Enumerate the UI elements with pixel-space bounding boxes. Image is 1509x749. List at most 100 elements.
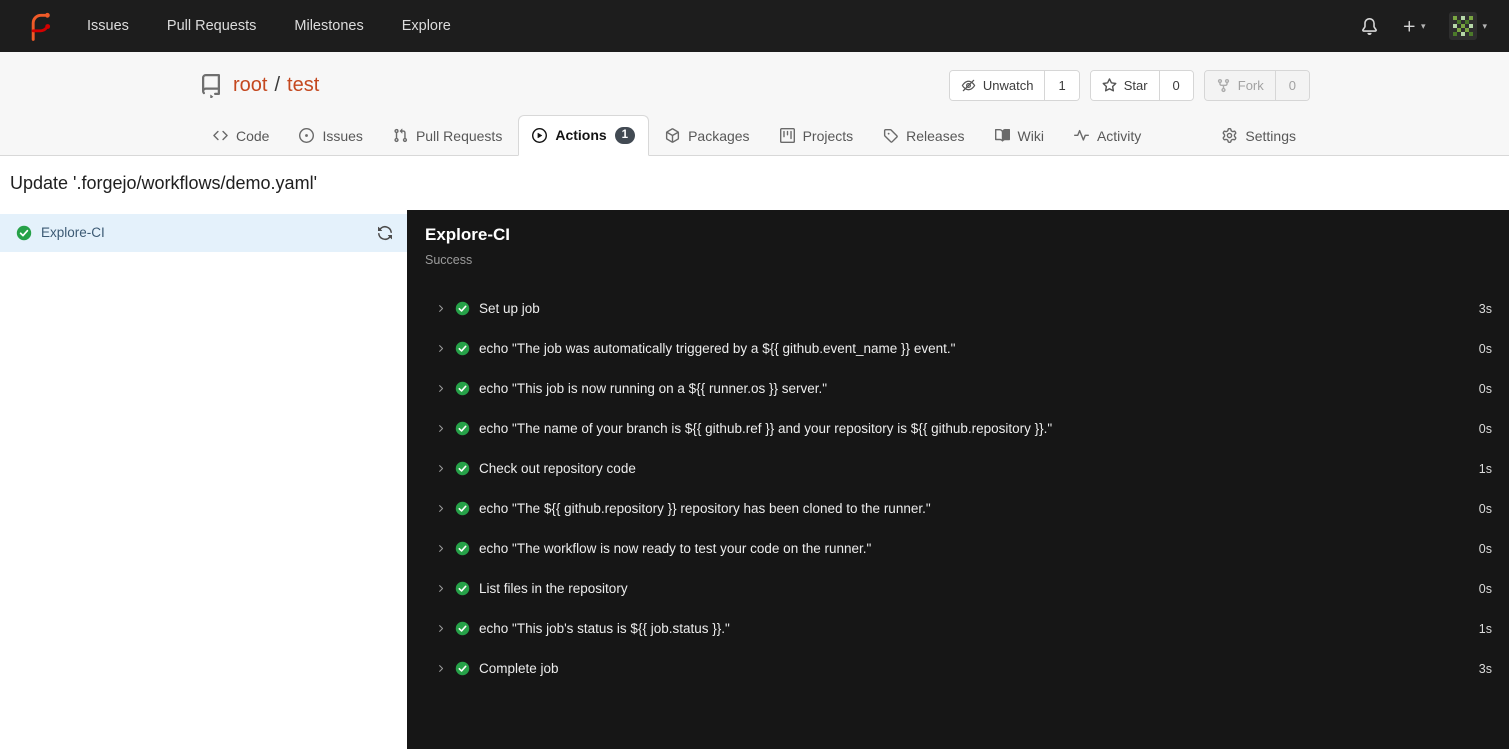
forgejo-logo-icon [22,11,53,42]
step-row[interactable]: echo "The name of your branch is ${{ git… [407,409,1509,449]
tab-code[interactable]: Code [199,116,283,156]
step-duration: 3s [1478,301,1492,316]
workflow-run-view: Update '.forgejo/workflows/demo.yaml' Ex… [0,155,1509,749]
step-row[interactable]: echo "This job's status is ${{ job.statu… [407,609,1509,649]
unwatch-label: Unwatch [982,78,1034,93]
step-row[interactable]: echo "This job is now running on a ${{ r… [407,369,1509,409]
step-row[interactable]: echo "The ${{ github.repository }} repos… [407,489,1509,529]
step-row[interactable]: echo "The job was automatically triggere… [407,329,1509,369]
repo-action-buttons: Unwatch 1 Star 0 Fork 0 [948,70,1310,101]
job-list-item-explore-ci[interactable]: Explore-CI [0,213,407,252]
step-success-check-icon [455,501,470,516]
step-duration: 1s [1478,461,1492,476]
tab-label: Activity [1096,127,1142,144]
job-success-check-icon [16,225,32,241]
navbar-right-controls: ▾ ▾ [1361,12,1487,40]
tab-actions[interactable]: Actions 1 [518,115,650,156]
tab-issues[interactable]: Issues [285,116,376,156]
gear-icon [1222,128,1237,143]
stars-count[interactable]: 0 [1158,71,1193,100]
star-button[interactable]: Star [1090,71,1159,100]
refresh-icon[interactable] [377,225,393,241]
top-navbar: Issues Pull Requests Milestones Explore … [0,0,1509,52]
chevron-down-icon: ▾ [1482,20,1487,31]
step-success-check-icon [455,381,470,396]
job-log-panel: Explore-CI Success Set up job 3s echo "T… [407,209,1509,749]
step-name: echo "The ${{ github.repository }} repos… [479,501,931,516]
pulse-icon [1074,128,1089,143]
fork-label: Fork [1237,78,1264,93]
repo-path-separator: / [274,74,281,96]
play-circle-icon [532,128,547,143]
step-duration: 0s [1478,501,1492,516]
step-success-check-icon [455,341,470,356]
tab-pull-requests[interactable]: Pull Requests [379,116,516,156]
chevron-right-icon [435,303,446,314]
step-name: List files in the repository [479,581,628,596]
chevron-right-icon [435,503,446,514]
tab-label: Settings [1245,127,1296,144]
step-name: echo "The workflow is now ready to test … [479,541,872,556]
tab-label: Issues [322,127,363,144]
notifications-button[interactable] [1361,18,1378,35]
watch-button-group: Unwatch 1 [948,70,1080,101]
watchers-count[interactable]: 1 [1044,71,1079,100]
job-status-text: Success [425,252,473,267]
tab-label: Actions [555,127,607,144]
job-list-sidebar: Explore-CI [0,209,407,749]
step-duration: 0s [1478,341,1492,356]
star-button-group: Star 0 [1089,70,1194,101]
step-name: Complete job [479,661,559,676]
nav-item-explore[interactable]: Explore [402,18,451,34]
step-row-checkout[interactable]: Check out repository code 1s [407,449,1509,489]
tab-label: Projects [802,127,854,144]
repo-name-link[interactable]: test [287,74,319,97]
tab-releases[interactable]: Releases [869,116,978,156]
step-duration: 0s [1478,421,1492,436]
issue-opened-icon [299,128,314,143]
user-menu-button[interactable]: ▾ [1449,12,1487,40]
tab-activity[interactable]: Activity [1060,116,1155,156]
chevron-right-icon [435,423,446,434]
chevron-right-icon [435,463,446,474]
forgejo-logo[interactable] [22,11,53,42]
tab-settings[interactable]: Settings [1208,116,1310,156]
step-row-list-files[interactable]: List files in the repository 0s [407,569,1509,609]
user-avatar [1449,12,1477,40]
project-icon [780,128,795,143]
step-list: Set up job 3s echo "The job was automati… [407,281,1509,749]
tab-label: Pull Requests [415,127,503,144]
create-new-button[interactable]: ▾ [1402,19,1426,34]
step-success-check-icon [455,621,470,636]
git-pull-request-icon [393,128,408,143]
tab-projects[interactable]: Projects [766,116,868,156]
step-row-complete-job[interactable]: Complete job 3s [407,649,1509,689]
chevron-right-icon [435,383,446,394]
star-icon [1102,78,1117,93]
step-success-check-icon [455,581,470,596]
repo-owner-link[interactable]: root [233,74,267,97]
bell-icon [1361,18,1378,35]
step-success-check-icon [455,661,470,676]
nav-item-issues[interactable]: Issues [87,18,129,34]
nav-item-pull-requests[interactable]: Pull Requests [167,18,256,34]
package-icon [665,128,680,143]
tab-label: Wiki [1017,127,1044,144]
step-name: echo "The name of your branch is ${{ git… [479,421,1053,436]
unwatch-button[interactable]: Unwatch [949,71,1045,100]
step-duration: 1s [1478,621,1492,636]
step-row[interactable]: echo "The workflow is now ready to test … [407,529,1509,569]
step-row-setup-job[interactable]: Set up job 3s [407,289,1509,329]
actions-count-badge: 1 [614,127,636,144]
tab-packages[interactable]: Packages [651,116,763,156]
repo-tab-bar: Code Issues Pull Requests Actions 1 Pack… [199,115,1310,156]
main-nav: Issues Pull Requests Milestones Explore [87,18,451,34]
forks-count[interactable]: 0 [1274,71,1309,100]
fork-icon [1216,78,1231,93]
nav-item-milestones[interactable]: Milestones [294,18,363,34]
star-label: Star [1123,78,1148,93]
step-name: echo "This job is now running on a ${{ r… [479,381,828,396]
repo-header: root / test Unwatch 1 Star 0 Fork 0 Code… [0,52,1509,156]
tab-wiki[interactable]: Wiki [981,116,1058,156]
chevron-down-icon: ▾ [1420,20,1426,31]
